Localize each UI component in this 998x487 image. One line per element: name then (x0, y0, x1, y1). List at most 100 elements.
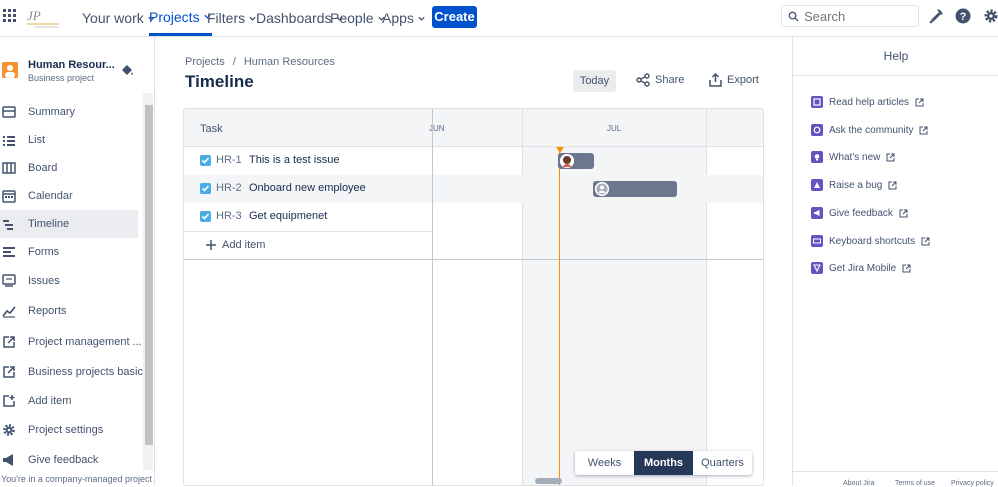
timeline-header (184, 109, 763, 147)
megaphone-icon (811, 207, 823, 219)
help-divider (793, 75, 998, 76)
export-label: Export (727, 74, 759, 86)
issue-key[interactable]: HR-2 (216, 182, 242, 194)
schedule-bar-hr-1[interactable] (558, 153, 594, 169)
sidebar-item-add-item[interactable]: Add item (0, 387, 138, 415)
sidebar-item-reports[interactable]: Reports (0, 297, 138, 325)
table-row[interactable]: HR-2 Onboard new employee (184, 175, 763, 203)
unassigned-avatar-icon (595, 182, 609, 196)
help-link-read-articles[interactable]: Read help articles (811, 96, 924, 108)
project-name[interactable]: Human Resour... (28, 59, 118, 71)
search-input[interactable] (804, 7, 914, 25)
nav-dashboards-label: Dashboards (256, 10, 332, 26)
today-line (559, 147, 560, 485)
schedule-bar-hr-2[interactable] (593, 181, 677, 197)
warning-icon (811, 179, 823, 191)
horizontal-scroll-thumb[interactable] (535, 478, 562, 484)
table-row[interactable]: HR-3 Get equipmenet (184, 203, 763, 231)
breadcrumb-current[interactable]: Human Resources (244, 56, 335, 68)
sidebar-item-issues[interactable]: Issues (0, 267, 138, 295)
sidebar-item-summary[interactable]: Summary (0, 98, 138, 126)
lightbulb-icon (811, 151, 823, 163)
sidebar-item-project-management[interactable]: Project management ... (0, 328, 142, 356)
issue-key[interactable]: HR-1 (216, 154, 242, 166)
share-button[interactable]: Share (636, 73, 684, 87)
external-link-icon (919, 126, 928, 134)
task-column-divider[interactable] (432, 109, 433, 485)
sidebar-item-label: Issues (28, 275, 60, 287)
view-weeks-button[interactable]: Weeks (575, 451, 634, 475)
board-icon (2, 162, 16, 174)
add-item-button[interactable]: Add item (206, 239, 265, 251)
project-avatar[interactable] (2, 62, 18, 78)
site-logo[interactable]: JP (25, 6, 63, 30)
sidebar-item-calendar[interactable]: Calendar (0, 182, 138, 210)
help-icon[interactable]: ? (955, 8, 971, 24)
assignee-avatar (560, 154, 574, 168)
nav-projects[interactable]: Projects (149, 0, 212, 36)
help-link-label: Raise a bug (829, 179, 883, 191)
sidebar-item-label: Calendar (28, 190, 73, 202)
breadcrumb-separator: / (232, 56, 236, 68)
help-link-label: Give feedback (829, 207, 893, 219)
view-switcher: Weeks Months Quarters (575, 451, 752, 475)
done-checkbox-icon (200, 155, 211, 166)
sidebar-item-timeline[interactable]: Timeline (0, 210, 138, 238)
help-link-jira-mobile[interactable]: Get Jira Mobile (811, 262, 911, 274)
nav-filters[interactable]: Filters (207, 0, 257, 36)
svg-text:?: ? (960, 11, 967, 23)
sidebar-item-list[interactable]: List (0, 126, 138, 154)
nav-people[interactable]: People (330, 0, 386, 36)
done-checkbox-icon (200, 211, 211, 222)
help-link-whats-new[interactable]: What's new (811, 151, 895, 163)
nav-your-work[interactable]: Your work (82, 0, 156, 36)
settings-gear-icon[interactable] (983, 8, 998, 24)
nav-people-label: People (330, 10, 374, 26)
issue-summary[interactable]: Onboard new employee (249, 182, 366, 194)
help-link-keyboard-shortcuts[interactable]: Keyboard shortcuts (811, 235, 930, 247)
view-months-button[interactable]: Months (634, 451, 693, 475)
sidebar-item-give-feedback[interactable]: Give feedback (0, 446, 138, 474)
share-label: Share (655, 74, 685, 86)
app-switcher-icon[interactable] (3, 9, 17, 23)
forms-icon (3, 247, 15, 257)
issue-summary[interactable]: Get equipmenet (249, 210, 327, 222)
nav-apps[interactable]: Apps (382, 0, 426, 36)
sidebar-scroll-thumb[interactable] (145, 105, 153, 445)
help-link-label: Get Jira Mobile (829, 262, 897, 274)
external-link-icon (902, 264, 911, 272)
notifications-icon[interactable] (928, 8, 944, 24)
issue-summary[interactable]: This is a test issue (249, 154, 339, 166)
create-button[interactable]: Create (432, 6, 477, 28)
help-link-raise-bug[interactable]: Raise a bug (811, 179, 897, 191)
calendar-icon (2, 190, 16, 203)
paint-bucket-icon[interactable] (120, 63, 134, 77)
sidebar-item-label: Project management ... (28, 336, 142, 348)
help-link-give-feedback[interactable]: Give feedback (811, 207, 908, 219)
today-button[interactable]: Today (573, 70, 616, 92)
sidebar-item-forms[interactable]: Forms (0, 238, 138, 266)
nav-projects-label: Projects (149, 8, 200, 25)
search-icon (788, 11, 799, 22)
table-row[interactable]: HR-1 This is a test issue (184, 147, 763, 175)
breadcrumb-projects[interactable]: Projects (185, 56, 225, 68)
summary-icon (2, 106, 16, 118)
export-button[interactable]: Export (709, 73, 759, 87)
help-link-ask-community[interactable]: Ask the community (811, 124, 928, 136)
sidebar-item-project-settings[interactable]: Project settings (0, 416, 138, 444)
sidebar-item-business-basics[interactable]: Business projects basics (0, 358, 148, 386)
mobile-icon (811, 262, 823, 274)
external-link-icon (915, 98, 924, 106)
nav-apps-label: Apps (382, 10, 414, 26)
view-quarters-button[interactable]: Quarters (693, 451, 752, 475)
sidebar-item-label: Project settings (28, 424, 104, 436)
page-title: Timeline (185, 72, 254, 91)
issue-key[interactable]: HR-3 (216, 210, 242, 222)
share-icon (636, 73, 650, 87)
sidebar-item-label: Board (28, 162, 58, 174)
search-box[interactable] (781, 5, 919, 27)
keyboard-icon (811, 235, 823, 247)
sidebar-item-board[interactable]: Board (0, 154, 138, 182)
nav-filters-label: Filters (207, 10, 246, 26)
gear-icon (3, 424, 15, 436)
